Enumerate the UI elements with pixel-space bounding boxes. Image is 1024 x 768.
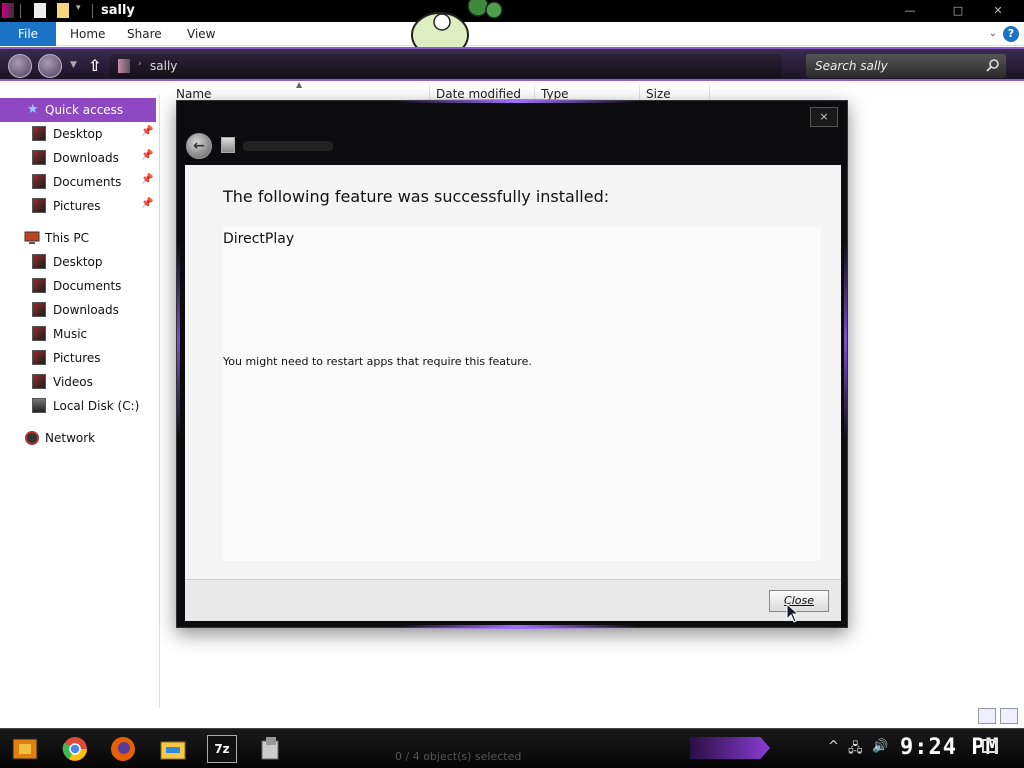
back-button[interactable] (8, 54, 32, 78)
pin-icon[interactable]: 📌 (141, 174, 153, 185)
sidebar-item-pc-downloads[interactable]: Downloads (0, 299, 156, 321)
tab-file[interactable]: File (0, 22, 56, 46)
sidebar-item-pc-desktop[interactable]: Desktop (0, 251, 156, 273)
chevron-up-icon[interactable]: ^ (828, 739, 839, 754)
pin-icon[interactable]: 📌 (141, 150, 153, 161)
divider (92, 4, 93, 18)
firefox-icon[interactable] (108, 735, 138, 763)
properties-icon[interactable] (34, 3, 46, 18)
folder-icon (118, 59, 130, 73)
feature-installed-dialog: × ← The following feature was successful… (176, 99, 848, 629)
installed-features-panel: DirectPlay You might need to restart app… (223, 227, 821, 561)
folder-app-icon (2, 3, 14, 18)
videos-icon (32, 374, 46, 389)
dialog-title-hidden (243, 141, 333, 151)
restart-note: You might need to restart apps that requ… (223, 355, 532, 368)
search-input[interactable]: Search sally (806, 54, 1006, 78)
chrome-icon[interactable] (60, 735, 90, 763)
address-bar-strip: ▼ ⇧ › sally Search sally (0, 47, 1024, 81)
sidebar-item-downloads[interactable]: Downloads 📌 (0, 147, 156, 169)
documents-icon (32, 278, 46, 293)
sidebar-item-pc-documents[interactable]: Documents (0, 275, 156, 297)
window-title: sally (101, 3, 135, 18)
sidebar-item-network[interactable]: Network (0, 427, 156, 449)
file-explorer-icon[interactable] (158, 735, 188, 763)
network-icon (25, 431, 39, 445)
start-icon[interactable] (10, 735, 40, 763)
decorative-glow (844, 241, 847, 441)
feature-name: DirectPlay (223, 231, 295, 247)
address-field[interactable]: › sally (110, 54, 782, 78)
navigation-pane: ★ Quick access Desktop 📌 Downloads 📌 Doc… (0, 95, 160, 708)
desktop-screen: ▾ sally — □ ✕ File Home Share View ⌄ ? ▼… (0, 0, 1024, 768)
sidebar-item-pc-pictures[interactable]: Pictures (0, 347, 156, 369)
star-icon: ★ (27, 102, 39, 117)
sidebar-item-desktop[interactable]: Desktop 📌 (0, 123, 156, 145)
notification-icon[interactable] (982, 739, 998, 753)
maximize-button[interactable]: □ (938, 2, 978, 20)
decorative-glow (397, 625, 637, 629)
sidebar-item-local-disk[interactable]: Local Disk (C:) (0, 395, 156, 417)
search-placeholder[interactable]: Search sally (815, 59, 888, 73)
details-view-button[interactable] (978, 708, 996, 724)
7zip-icon[interactable]: 7z (207, 735, 237, 763)
ribbon-expand-icon[interactable]: ⌄ (989, 28, 997, 39)
desktop-icon (32, 126, 46, 141)
dialog-close-x-button[interactable]: × (810, 107, 838, 127)
tab-home[interactable]: Home (56, 22, 119, 46)
pin-icon[interactable]: 📌 (141, 126, 153, 137)
tab-view[interactable]: View (173, 22, 229, 46)
decorative-glow (397, 99, 637, 103)
recent-locations-icon[interactable]: ▼ (70, 60, 77, 70)
sidebar-item-videos[interactable]: Videos (0, 371, 156, 393)
chevron-down-icon[interactable]: ▾ (76, 3, 86, 18)
decorative-taskbar-accent (690, 737, 770, 759)
sidebar-item-this-pc[interactable]: This PC (0, 227, 156, 249)
pictures-icon (32, 198, 46, 213)
volume-icon[interactable]: 🔊 (872, 739, 888, 754)
downloads-icon (32, 302, 46, 317)
divider (20, 4, 21, 18)
address-path[interactable]: sally (150, 59, 177, 73)
hard-drive-icon (32, 398, 46, 413)
computer-icon (24, 231, 40, 244)
new-folder-icon[interactable] (57, 3, 69, 18)
network-icon[interactable]: 🖧 (848, 739, 863, 761)
back-arrow-icon[interactable]: ← (186, 133, 212, 159)
help-icon[interactable]: ? (1003, 26, 1019, 42)
dialog-footer: Close (185, 579, 841, 621)
sidebar-item-quick-access[interactable]: ★ Quick access (0, 98, 156, 122)
sidebar-item-documents[interactable]: Documents 📌 (0, 171, 156, 193)
selection-status: 0 / 4 object(s) selected (395, 750, 522, 763)
sidebar-item-pictures[interactable]: Pictures 📌 (0, 195, 156, 217)
tab-share[interactable]: Share (113, 22, 176, 46)
music-icon (32, 326, 46, 341)
window-title-bar: ▾ sally — □ ✕ (0, 0, 1024, 22)
mouse-cursor (786, 603, 800, 623)
dialog-content: The following feature was successfully i… (185, 165, 841, 579)
sidebar-item-music[interactable]: Music (0, 323, 156, 345)
decorative-glow (177, 241, 180, 441)
ribbon-tabs: File Home Share View ⌄ ? (0, 22, 1024, 46)
app-icon[interactable] (256, 735, 286, 763)
large-icons-view-button[interactable] (1000, 708, 1018, 724)
minimize-button[interactable]: — (890, 2, 930, 20)
desktop-icon (32, 254, 46, 269)
dialog-heading: The following feature was successfully i… (223, 187, 610, 206)
close-window-button[interactable]: ✕ (978, 2, 1018, 20)
windows-features-icon (221, 137, 235, 153)
documents-icon (32, 174, 46, 189)
pictures-icon (32, 350, 46, 365)
taskbar: 7z 0 / 4 object(s) selected ^ 🖧 🔊 9:24 P… (0, 728, 1024, 768)
up-arrow-icon[interactable]: ⇧ (88, 56, 101, 75)
search-icon[interactable] (986, 58, 1000, 72)
breadcrumb-arrow-icon[interactable]: › (138, 59, 142, 69)
forward-button[interactable] (38, 54, 62, 78)
downloads-icon (32, 150, 46, 165)
pin-icon[interactable]: 📌 (141, 198, 153, 209)
